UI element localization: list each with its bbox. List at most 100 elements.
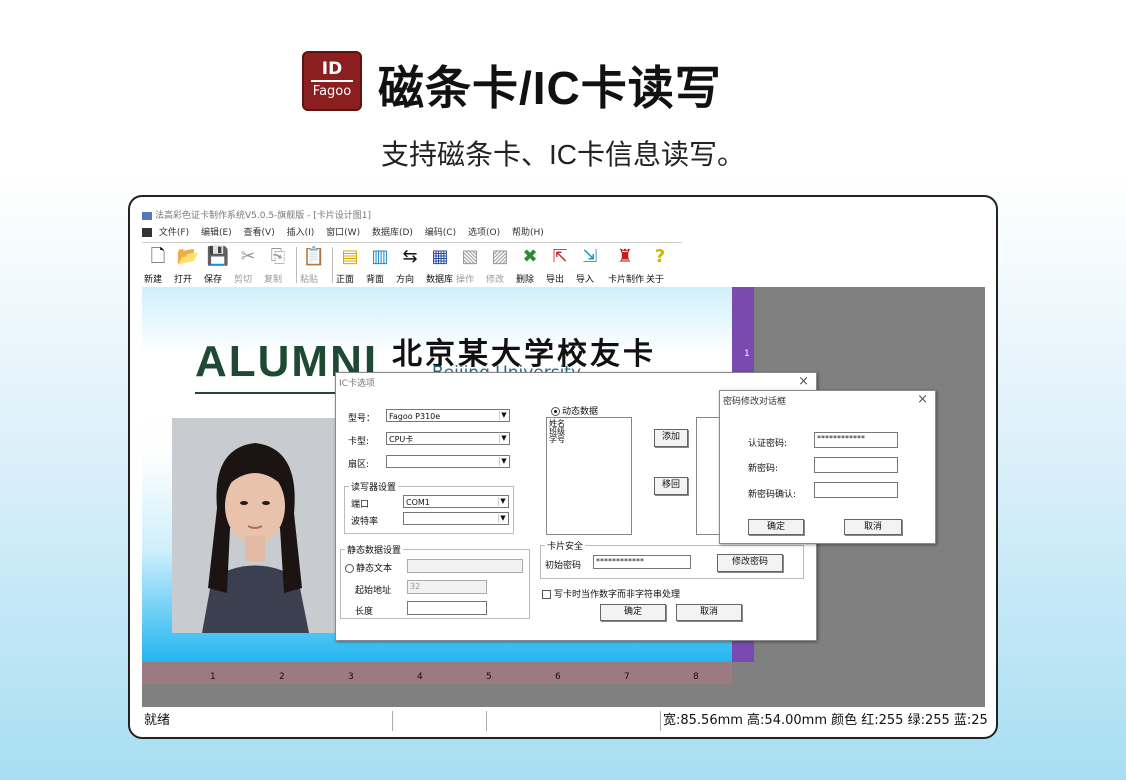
dynamic-fields-list[interactable]: 姓名 班级 学号 xyxy=(546,417,632,535)
ruler-tick-label: 8 xyxy=(693,672,699,682)
export-icon: ⇱ xyxy=(552,246,568,267)
close-icon[interactable]: × xyxy=(917,392,928,407)
new-button[interactable]: 🗋 新建 xyxy=(144,245,172,285)
menu-view[interactable]: 查看(V) xyxy=(244,228,275,238)
model-select[interactable]: Fagoo P310e ▼ xyxy=(386,409,510,422)
open-button[interactable]: 📂 打开 xyxy=(174,245,202,285)
change-password-button[interactable]: 修改密码 xyxy=(717,554,783,572)
radio-icon xyxy=(345,564,354,573)
front-button[interactable]: ▤ 正面 xyxy=(336,245,364,285)
auth-password-label: 认证密码: xyxy=(748,439,788,449)
model-label: 型号： xyxy=(348,414,376,424)
delete-button[interactable]: ✖ 删除 xyxy=(516,245,544,285)
card-make-button[interactable]: ♜ 卡片制作 xyxy=(608,245,644,285)
ruler-tick-label: 3 xyxy=(348,672,354,682)
new-password-input[interactable] xyxy=(814,457,898,473)
close-icon[interactable]: × xyxy=(798,374,809,389)
port-label: 端口 xyxy=(351,500,370,510)
ic-cancel-button[interactable]: 取消 xyxy=(676,604,742,621)
card-make-label: 卡片制作 xyxy=(608,275,645,285)
write-as-number-option[interactable]: 写卡时当作数字而非字符串处理 xyxy=(542,587,680,600)
password-dialog: 密码修改对话框 × 认证密码: ************ 新密码: 新密码确认:… xyxy=(719,390,936,544)
card-type-select[interactable]: CPU卡 ▼ xyxy=(386,432,510,445)
add-button[interactable]: 添加 xyxy=(654,429,688,447)
ruler-tick-label: 6 xyxy=(555,672,561,682)
app-window: 法高彩色证卡制作系统V5.0.5-旗舰版 - [卡片设计图1] 文件(F) 编辑… xyxy=(128,195,998,739)
cut-label: 剪切 xyxy=(234,275,253,285)
password-cancel-button[interactable]: 取消 xyxy=(844,519,902,535)
doc-menu-icon[interactable] xyxy=(142,228,152,237)
radio-selected-icon xyxy=(551,407,560,416)
logo-brand-text: Fagoo xyxy=(312,84,352,99)
menu-file[interactable]: 文件(F) xyxy=(159,228,189,238)
list-item[interactable]: 学号 xyxy=(549,436,629,444)
new-file-icon: 🗋 xyxy=(150,246,166,267)
about-button[interactable]: ? 关于 xyxy=(646,245,674,285)
password-ok-button[interactable]: 确定 xyxy=(748,519,804,535)
sector-select[interactable]: ▼ xyxy=(386,455,510,468)
back-button[interactable]: ▥ 背面 xyxy=(366,245,394,285)
portrait-photo[interactable] xyxy=(172,418,339,633)
about-label: 关于 xyxy=(646,275,665,285)
static-text-input[interactable] xyxy=(407,559,523,573)
operate-label: 操作 xyxy=(456,275,475,285)
dynamic-data-option[interactable]: 动态数据 xyxy=(551,404,598,417)
start-addr-input[interactable]: 32 xyxy=(407,580,487,594)
port-value: COM1 xyxy=(406,498,430,507)
orientation-button[interactable]: ⇆ 方向 xyxy=(396,245,424,285)
copy-button[interactable]: ⎘ 复制 xyxy=(264,245,292,285)
export-button[interactable]: ⇱ 导出 xyxy=(546,245,574,285)
menu-encode[interactable]: 编码(C) xyxy=(425,228,456,238)
security-group-title: 卡片安全 xyxy=(545,539,586,552)
model-value: Fagoo P310e xyxy=(389,412,441,421)
port-select[interactable]: COM1 ▼ xyxy=(403,495,509,508)
save-icon: 💾 xyxy=(206,246,230,267)
import-button[interactable]: ⇲ 导入 xyxy=(576,245,604,285)
card-type-value: CPU卡 xyxy=(389,435,414,444)
vertical-ruler-label: 1 xyxy=(744,349,750,359)
length-input[interactable] xyxy=(407,601,487,615)
modify-button[interactable]: ▨ 修改 xyxy=(486,245,514,285)
copy-label: 复制 xyxy=(264,275,283,285)
save-button[interactable]: 💾 保存 xyxy=(204,245,232,285)
database-button[interactable]: ▦ 数据库 xyxy=(426,245,454,285)
baud-select[interactable]: ▼ xyxy=(403,512,509,525)
menu-insert[interactable]: 插入(I) xyxy=(287,228,315,238)
checkbox-icon xyxy=(542,590,551,599)
init-password-input[interactable]: ************ xyxy=(593,555,691,569)
status-pane xyxy=(392,711,487,731)
dynamic-data-label: 动态数据 xyxy=(562,407,599,417)
status-bar: 就绪 宽:85.56mm 高:54.00mm 颜色 红:255 绿:255 蓝:… xyxy=(142,709,988,733)
page-title: 磁条卡/IC卡读写 xyxy=(378,62,722,114)
menu-options[interactable]: 选项(O) xyxy=(468,228,500,238)
chevron-down-icon: ▼ xyxy=(498,514,507,523)
ruler-tick-label: 7 xyxy=(624,672,630,682)
card-back-icon: ▥ xyxy=(371,246,389,267)
chevron-down-icon: ▼ xyxy=(499,457,508,466)
card-type-label: 卡型: xyxy=(348,437,370,447)
menu-database[interactable]: 数据库(D) xyxy=(372,228,413,238)
remove-button[interactable]: 移回 xyxy=(654,477,688,495)
cut-button[interactable]: ✂ 剪切 xyxy=(234,245,262,285)
menu-edit[interactable]: 编辑(E) xyxy=(201,228,232,238)
app-title-text: 法高彩色证卡制作系统V5.0.5-旗舰版 - [卡片设计图1] xyxy=(155,211,372,221)
static-text-option[interactable]: 静态文本 xyxy=(345,561,392,574)
auth-password-input[interactable]: ************ xyxy=(814,432,898,448)
operate-button[interactable]: ▧ 操作 xyxy=(456,245,484,285)
toolbar: 🗋 新建 📂 打开 💾 保存 ✂ 剪切 ⎘ 复制 📋 粘贴 ▤ 正面 ▥ 背面 ⇆ 方向 ▦ 数据库… xyxy=(142,242,682,288)
modify-label: 修改 xyxy=(486,275,505,285)
horizontal-ruler: 1 2 3 4 5 6 7 8 xyxy=(142,662,732,684)
modify-icon: ▨ xyxy=(491,246,509,267)
open-label: 打开 xyxy=(174,275,193,285)
import-label: 导入 xyxy=(576,275,595,285)
reader-group-title: 读写器设置 xyxy=(349,480,399,493)
status-pane xyxy=(486,711,661,731)
export-label: 导出 xyxy=(546,275,565,285)
ic-ok-button[interactable]: 确定 xyxy=(600,604,666,621)
menu-window[interactable]: 窗口(W) xyxy=(326,228,360,238)
design-canvas[interactable]: ALUMNI 北京某大学校友卡 Beijing University xyxy=(142,287,985,707)
paste-button[interactable]: 📋 粘贴 xyxy=(300,245,328,285)
confirm-password-input[interactable] xyxy=(814,482,898,498)
start-addr-label: 起始地址 xyxy=(355,586,392,596)
menu-help[interactable]: 帮助(H) xyxy=(512,228,544,238)
